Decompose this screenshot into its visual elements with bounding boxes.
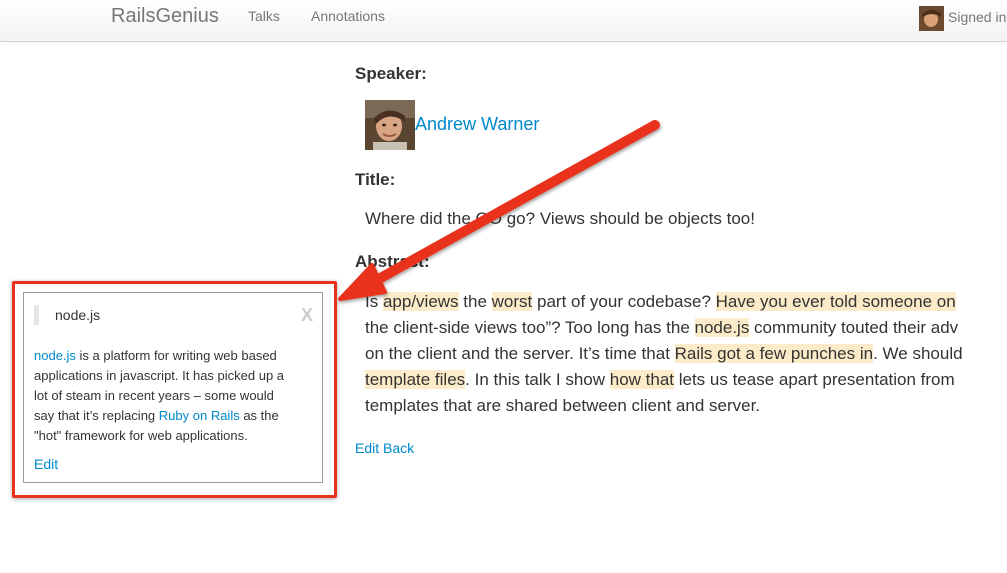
close-icon[interactable]: X — [301, 305, 313, 326]
edit-link[interactable]: Edit — [355, 440, 379, 456]
talk-title: Where did the OO go? Views should be obj… — [365, 209, 755, 228]
annotation-highlight[interactable]: template files — [365, 370, 466, 389]
top-navbar: RailsGenius Talks Annotations Signed in — [0, 0, 1007, 42]
annotation-accent-bar — [34, 305, 39, 325]
abstract-text-segment: part of your codebase? — [532, 292, 716, 311]
annotation-text-segment: applications in javascript. It has picke… — [34, 368, 285, 383]
abstract-label: Abstract: — [355, 252, 430, 271]
annotation-body-line: node.js is a platform for writing web ba… — [34, 346, 319, 366]
abstract-text-segment: on the client and the server. It’s time … — [365, 344, 675, 363]
annotation-body: node.js is a platform for writing web ba… — [34, 346, 319, 446]
annotation-highlight[interactable]: node.js — [694, 318, 750, 337]
annotation-body-line: say that it’s replacing Ruby on Rails as… — [34, 406, 319, 426]
talk-actions: Edit Back — [355, 440, 414, 456]
annotation-title: node.js — [55, 307, 101, 323]
signed-in-text[interactable]: Signed in — [948, 9, 1006, 25]
annotation-highlight[interactable]: Rails got a few punches in — [674, 344, 874, 363]
annotation-highlight[interactable]: app/views — [382, 292, 459, 311]
abstract-text-segment: . In this talk I show — [465, 370, 610, 389]
speaker-label: Speaker: — [355, 64, 427, 83]
annotation-edit-link[interactable]: Edit — [34, 456, 58, 472]
annotation-text-segment: lot of steam in recent years – some woul… — [34, 388, 274, 403]
annotation-text-segment: as the — [239, 408, 279, 423]
abstract-text-segment: . We should — [873, 344, 963, 363]
annotation-highlight[interactable]: worst — [491, 292, 533, 311]
brand-logo[interactable]: RailsGenius — [111, 5, 219, 28]
abstract-text-segment: the — [458, 292, 492, 311]
annotation-body-line: lot of steam in recent years – some woul… — [34, 386, 319, 406]
speaker-avatar — [365, 100, 415, 150]
annotation-body-line: "hot" framework for web applications. — [34, 426, 319, 446]
nav-talks-link[interactable]: Talks — [248, 8, 280, 24]
abstract-text-segment: the client-side views too”? Too long has… — [365, 318, 695, 337]
annotation-highlight[interactable]: Have you ever told someone on — [715, 292, 956, 311]
abstract-text-segment: templates that are shared between client… — [365, 396, 761, 415]
speaker-name-link[interactable]: Andrew Warner — [415, 114, 539, 135]
annotation-link[interactable]: node.js — [34, 348, 76, 363]
abstract-line: on the client and the server. It’s time … — [365, 341, 1007, 367]
annotation-text-segment: is a platform for writing web based — [75, 348, 277, 363]
abstract-line: the client-side views too”? Too long has… — [365, 315, 1007, 341]
annotation-highlight[interactable]: how that — [609, 370, 674, 389]
annotation-card: node.js X node.js is a platform for writ… — [23, 292, 323, 483]
abstract-text-segment: Is — [365, 292, 383, 311]
annotation-text-segment: say that it’s replacing — [34, 408, 159, 423]
nav-annotations-link[interactable]: Annotations — [311, 8, 385, 24]
abstract-line: templates that are shared between client… — [365, 393, 1007, 419]
abstract-line: Is app/views the worst part of your code… — [365, 289, 1007, 315]
user-avatar[interactable] — [919, 6, 944, 31]
annotation-link[interactable]: Ruby on Rails — [159, 408, 240, 423]
abstract-text-segment: lets us tease apart presentation from — [674, 370, 955, 389]
title-label: Title: — [355, 170, 396, 189]
abstract-line: template files. In this talk I show how … — [365, 367, 1007, 393]
back-link[interactable]: Back — [383, 440, 414, 456]
abstract-text-segment: community touted their adv — [749, 318, 959, 337]
abstract-text: Is app/views the worst part of your code… — [365, 289, 1007, 419]
annotation-body-line: applications in javascript. It has picke… — [34, 366, 319, 386]
annotation-text-segment: "hot" framework for web applications. — [34, 428, 248, 443]
